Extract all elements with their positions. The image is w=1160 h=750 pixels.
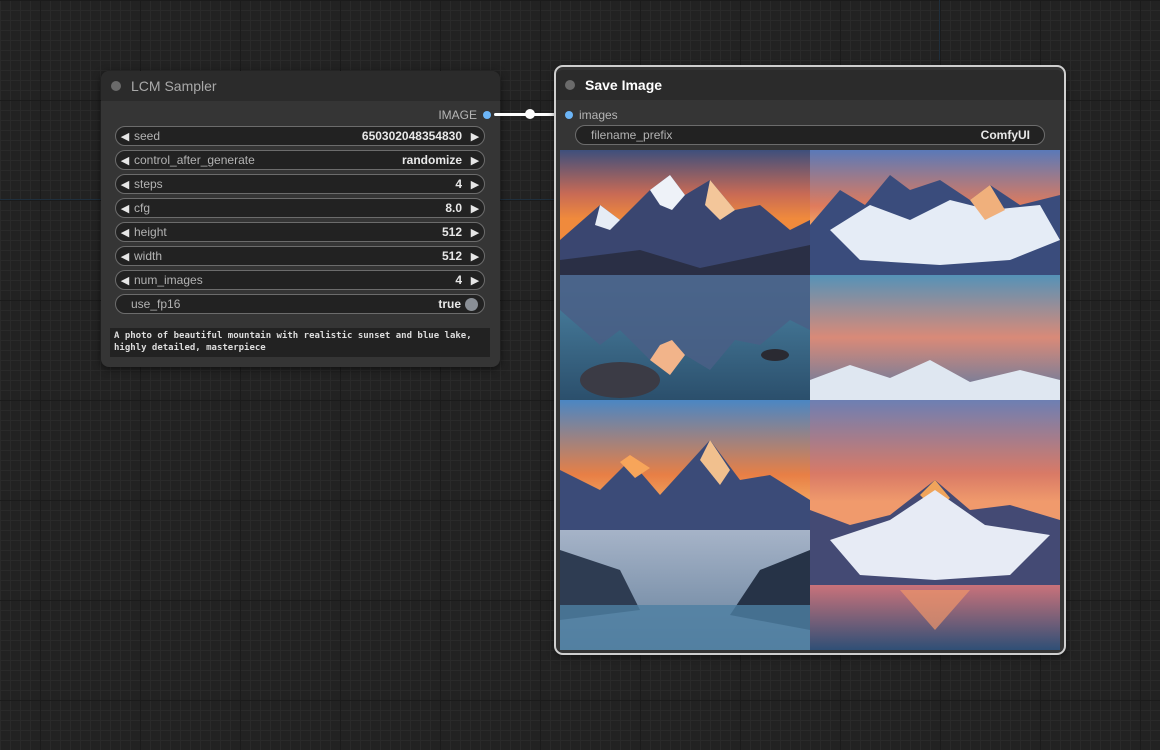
widget-control-after-generate[interactable]: ◀ control_after_generate randomize ▶: [115, 150, 485, 170]
widget-label: filename_prefix: [591, 128, 673, 142]
widget-label: steps: [134, 177, 163, 191]
increment-arrow-icon[interactable]: ▶: [466, 250, 484, 263]
prompt-text[interactable]: A photo of beautiful mountain with reali…: [110, 328, 490, 357]
input-connector-icon[interactable]: [565, 111, 573, 119]
increment-arrow-icon[interactable]: ▶: [466, 274, 484, 287]
increment-arrow-icon[interactable]: ▶: [466, 154, 484, 167]
output-connector-icon[interactable]: [483, 111, 491, 119]
widget-value[interactable]: 8.0: [445, 201, 466, 215]
node-header[interactable]: Save Image: [555, 70, 1065, 100]
preview-image-1[interactable]: [560, 150, 810, 400]
output-slot-image[interactable]: IMAGE: [438, 108, 491, 122]
widget-steps[interactable]: ◀ steps 4 ▶: [115, 174, 485, 194]
increment-arrow-icon[interactable]: ▶: [466, 130, 484, 143]
increment-arrow-icon[interactable]: ▶: [466, 178, 484, 191]
increment-arrow-icon[interactable]: ▶: [466, 202, 484, 215]
widget-value[interactable]: ComfyUI: [981, 128, 1044, 142]
widget-label: num_images: [134, 273, 203, 287]
widget-label: seed: [134, 129, 161, 143]
widget-value[interactable]: 4: [455, 177, 466, 191]
decrement-arrow-icon[interactable]: ◀: [116, 274, 134, 287]
node-header[interactable]: LCM Sampler: [101, 71, 500, 101]
widget-value[interactable]: 4: [455, 273, 466, 287]
decrement-arrow-icon[interactable]: ◀: [116, 154, 134, 167]
widget-value[interactable]: 512: [442, 225, 466, 239]
increment-arrow-icon[interactable]: ▶: [466, 226, 484, 239]
canvas-guide-line: [939, 0, 940, 60]
widget-label: control_after_generate: [134, 153, 255, 167]
toggle-knob-icon[interactable]: [465, 297, 478, 311]
widget-num-images[interactable]: ◀ num_images 4 ▶: [115, 270, 485, 290]
input-slot-images[interactable]: images: [565, 108, 618, 122]
preview-image-3[interactable]: [560, 400, 810, 650]
widget-label: width: [134, 249, 163, 263]
save-image-node[interactable]: Save Image images filename_prefix ComfyU…: [554, 65, 1066, 655]
widget-use-fp16-toggle[interactable]: use_fp16 true: [115, 294, 485, 314]
widget-label: height: [134, 225, 167, 239]
widget-value[interactable]: 512: [442, 249, 466, 263]
preview-image-2[interactable]: [810, 150, 1060, 400]
lcm-sampler-node[interactable]: LCM Sampler IMAGE ◀ seed 650302048354830…: [101, 71, 500, 367]
widget-value[interactable]: randomize: [402, 153, 466, 167]
collapse-dot-icon[interactable]: [111, 81, 121, 91]
decrement-arrow-icon[interactable]: ◀: [116, 130, 134, 143]
widget-seed[interactable]: ◀ seed 650302048354830 ▶: [115, 126, 485, 146]
input-label: images: [579, 108, 618, 122]
image-preview-grid: [560, 150, 1060, 650]
preview-image-4[interactable]: [810, 400, 1060, 650]
decrement-arrow-icon[interactable]: ◀: [116, 178, 134, 191]
link-center-handle-icon[interactable]: [525, 109, 535, 119]
toggle-value[interactable]: true: [438, 297, 465, 311]
widget-cfg[interactable]: ◀ cfg 8.0 ▶: [115, 198, 485, 218]
widget-label: use_fp16: [131, 297, 181, 311]
widget-width[interactable]: ◀ width 512 ▶: [115, 246, 485, 266]
widget-filename-prefix[interactable]: filename_prefix ComfyUI: [575, 125, 1045, 145]
widget-value[interactable]: 650302048354830: [362, 129, 466, 143]
node-title: Save Image: [585, 77, 663, 93]
node-title: LCM Sampler: [131, 78, 217, 94]
widget-height[interactable]: ◀ height 512 ▶: [115, 222, 485, 242]
collapse-dot-icon[interactable]: [565, 80, 575, 90]
decrement-arrow-icon[interactable]: ◀: [116, 202, 134, 215]
output-label: IMAGE: [438, 108, 477, 122]
widget-label: cfg: [134, 201, 151, 215]
decrement-arrow-icon[interactable]: ◀: [116, 226, 134, 239]
decrement-arrow-icon[interactable]: ◀: [116, 250, 134, 263]
